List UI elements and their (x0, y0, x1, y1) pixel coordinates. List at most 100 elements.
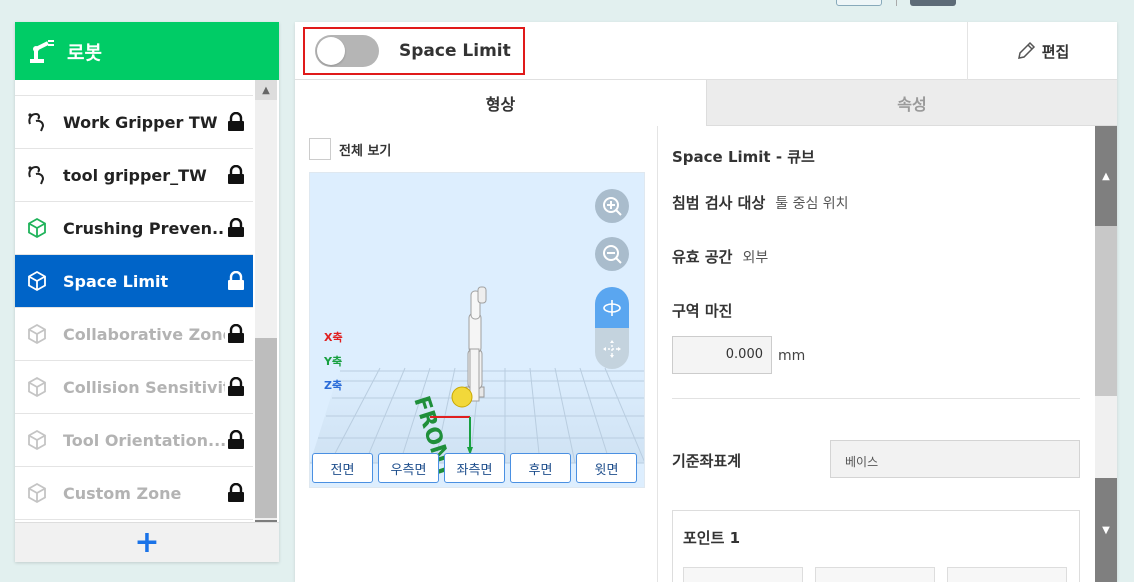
scrollbar-thumb[interactable] (1095, 226, 1117, 396)
sidebar-item-label: tool gripper_TW (63, 165, 207, 185)
gripper-icon (25, 110, 49, 134)
scroll-up-arrow-icon[interactable]: ▲ (255, 80, 277, 100)
sidebar-item-label: Custom Zone (63, 483, 182, 503)
reference-frame-label: 기준좌표계 (672, 452, 742, 470)
view-front-button[interactable]: 전면 (312, 453, 373, 483)
zone-margin-row: 구역 마진 (672, 300, 742, 321)
top-hint-button[interactable] (836, 0, 882, 6)
main-header: Space Limit 편집 (295, 22, 1117, 80)
point-1-z-field[interactable] (947, 567, 1067, 582)
view-buttons: 전면 우측면 좌측면 후면 윗면 (312, 453, 637, 483)
cube-icon (25, 269, 49, 293)
tab-shape[interactable]: 형상 (295, 80, 706, 126)
inspection-target-label: 침범 검사 대상 (672, 194, 766, 212)
full-view-label: 전체 보기 (339, 143, 392, 159)
sidebar-item-custom-zone[interactable]: Custom Zone (15, 467, 253, 520)
reference-frame-row: 기준좌표계 (672, 450, 751, 471)
sidebar-scrollbar[interactable]: ▲ ▼ (255, 80, 277, 540)
sidebar: 로봇 Work Gripper TW tool gripper_TW Crush… (15, 22, 279, 562)
valid-space-row: 유효 공간 외부 (672, 246, 768, 267)
sidebar-item-collaborative-zone[interactable]: Collaborative Zone (15, 308, 253, 361)
sidebar-item-space-limit[interactable]: Space Limit (15, 255, 253, 308)
scroll-up-arrow-icon[interactable]: ▲ (1095, 126, 1117, 226)
view-back-button[interactable]: 후면 (510, 453, 571, 483)
sidebar-item-label: Crushing Preven... (63, 218, 225, 238)
scrollbar-thumb[interactable] (255, 338, 277, 518)
cube-icon (25, 375, 49, 399)
add-item-button[interactable]: + (15, 522, 279, 562)
point-1-y-field[interactable] (815, 567, 935, 582)
enable-toggle[interactable] (315, 35, 379, 67)
lock-icon (225, 429, 247, 451)
tab-bar: 형상 속성 (295, 80, 1117, 126)
x-axis-label: X축 (324, 331, 343, 344)
properties-scrollbar[interactable]: ▲ ▼ (1095, 126, 1117, 582)
space-limit-toggle-group: Space Limit (303, 27, 525, 75)
sidebar-item-label: Collaborative Zone (63, 324, 225, 344)
point-1-section: 포인트 1 (672, 510, 1080, 582)
gripper-icon (25, 163, 49, 187)
point-1-x-field[interactable] (683, 567, 803, 582)
toggle-knob (317, 37, 345, 65)
sidebar-item-tool-gripper-tw[interactable]: tool gripper_TW (15, 149, 253, 202)
sidebar-item-label: Work Gripper TW (63, 112, 218, 132)
3d-viewer[interactable]: FRONT X축 Y축 Z축 전면 우측면 좌측면 후면 윗면 (309, 172, 645, 488)
sidebar-title: 로봇 (67, 41, 102, 64)
rotate-icon (603, 299, 621, 316)
sidebar-item-collision-sensitivity[interactable]: Collision Sensitivit (15, 361, 253, 414)
sidebar-list: Work Gripper TW tool gripper_TW Crushing… (15, 80, 253, 540)
zone-margin-label: 구역 마진 (672, 302, 733, 320)
edit-button[interactable]: 편집 (967, 22, 1117, 80)
lock-icon (225, 270, 247, 292)
z-axis-label: Z축 (324, 379, 343, 392)
tab-properties[interactable]: 속성 (706, 80, 1117, 126)
inspection-target-row: 침범 검사 대상 툴 중심 위치 (672, 192, 849, 213)
zoom-out-button[interactable] (595, 237, 629, 271)
pan-mode-button[interactable] (595, 328, 629, 369)
lock-icon (225, 217, 247, 239)
cube-icon (25, 216, 49, 240)
robot-arm-icon (30, 40, 54, 63)
view-mode-switch (595, 287, 629, 369)
zone-margin-unit: mm (778, 348, 806, 364)
zone-title: Space Limit (399, 41, 511, 61)
point-1-title: 포인트 1 (683, 529, 741, 547)
top-hint-button-dark[interactable] (910, 0, 956, 6)
panel-divider (657, 126, 658, 582)
cube-icon (25, 481, 49, 505)
section-divider (672, 398, 1080, 399)
pencil-icon (1017, 41, 1035, 59)
sidebar-item-tool-orientation[interactable]: Tool Orientation... (15, 414, 253, 467)
zoom-in-button[interactable] (595, 189, 629, 223)
plus-icon: + (134, 524, 160, 560)
sidebar-item-crushing-prevention[interactable]: Crushing Preven... (15, 202, 253, 255)
zoom-in-icon (603, 197, 622, 216)
lock-icon (225, 164, 247, 186)
y-axis-label: Y축 (324, 355, 343, 368)
pan-icon (603, 339, 621, 358)
valid-space-value: 외부 (742, 249, 769, 266)
lock-icon (225, 376, 247, 398)
zone-margin-input[interactable]: 0.000 (672, 336, 772, 374)
sidebar-item-label: Space Limit (63, 271, 169, 291)
rotate-mode-button[interactable] (595, 287, 629, 328)
sidebar-item-label: Collision Sensitivit (63, 377, 225, 397)
lock-icon (225, 323, 247, 345)
full-view-checkbox[interactable] (309, 138, 331, 160)
cube-icon (25, 428, 49, 452)
valid-space-label: 유효 공간 (672, 248, 733, 266)
sidebar-item-work-gripper-tw[interactable]: Work Gripper TW (15, 96, 253, 149)
reference-frame-select[interactable]: 베이스 (830, 440, 1080, 478)
zoom-out-icon (603, 245, 622, 264)
sidebar-item-label: Tool Orientation... (63, 430, 225, 450)
view-right-button[interactable]: 우측면 (378, 453, 439, 483)
inspection-target-value: 툴 중심 위치 (775, 195, 849, 212)
view-left-button[interactable]: 좌측면 (444, 453, 505, 483)
main-panel: Space Limit 편집 형상 속성 전체 보기 FRONT X축 Y축 Z… (295, 22, 1117, 582)
full-view-row: 전체 보기 (309, 138, 391, 160)
lock-icon (225, 111, 247, 133)
top-hint-divider (896, 0, 897, 6)
list-item-partial (15, 80, 253, 96)
scroll-down-arrow-icon[interactable]: ▼ (1095, 478, 1117, 582)
view-top-button[interactable]: 윗면 (576, 453, 637, 483)
